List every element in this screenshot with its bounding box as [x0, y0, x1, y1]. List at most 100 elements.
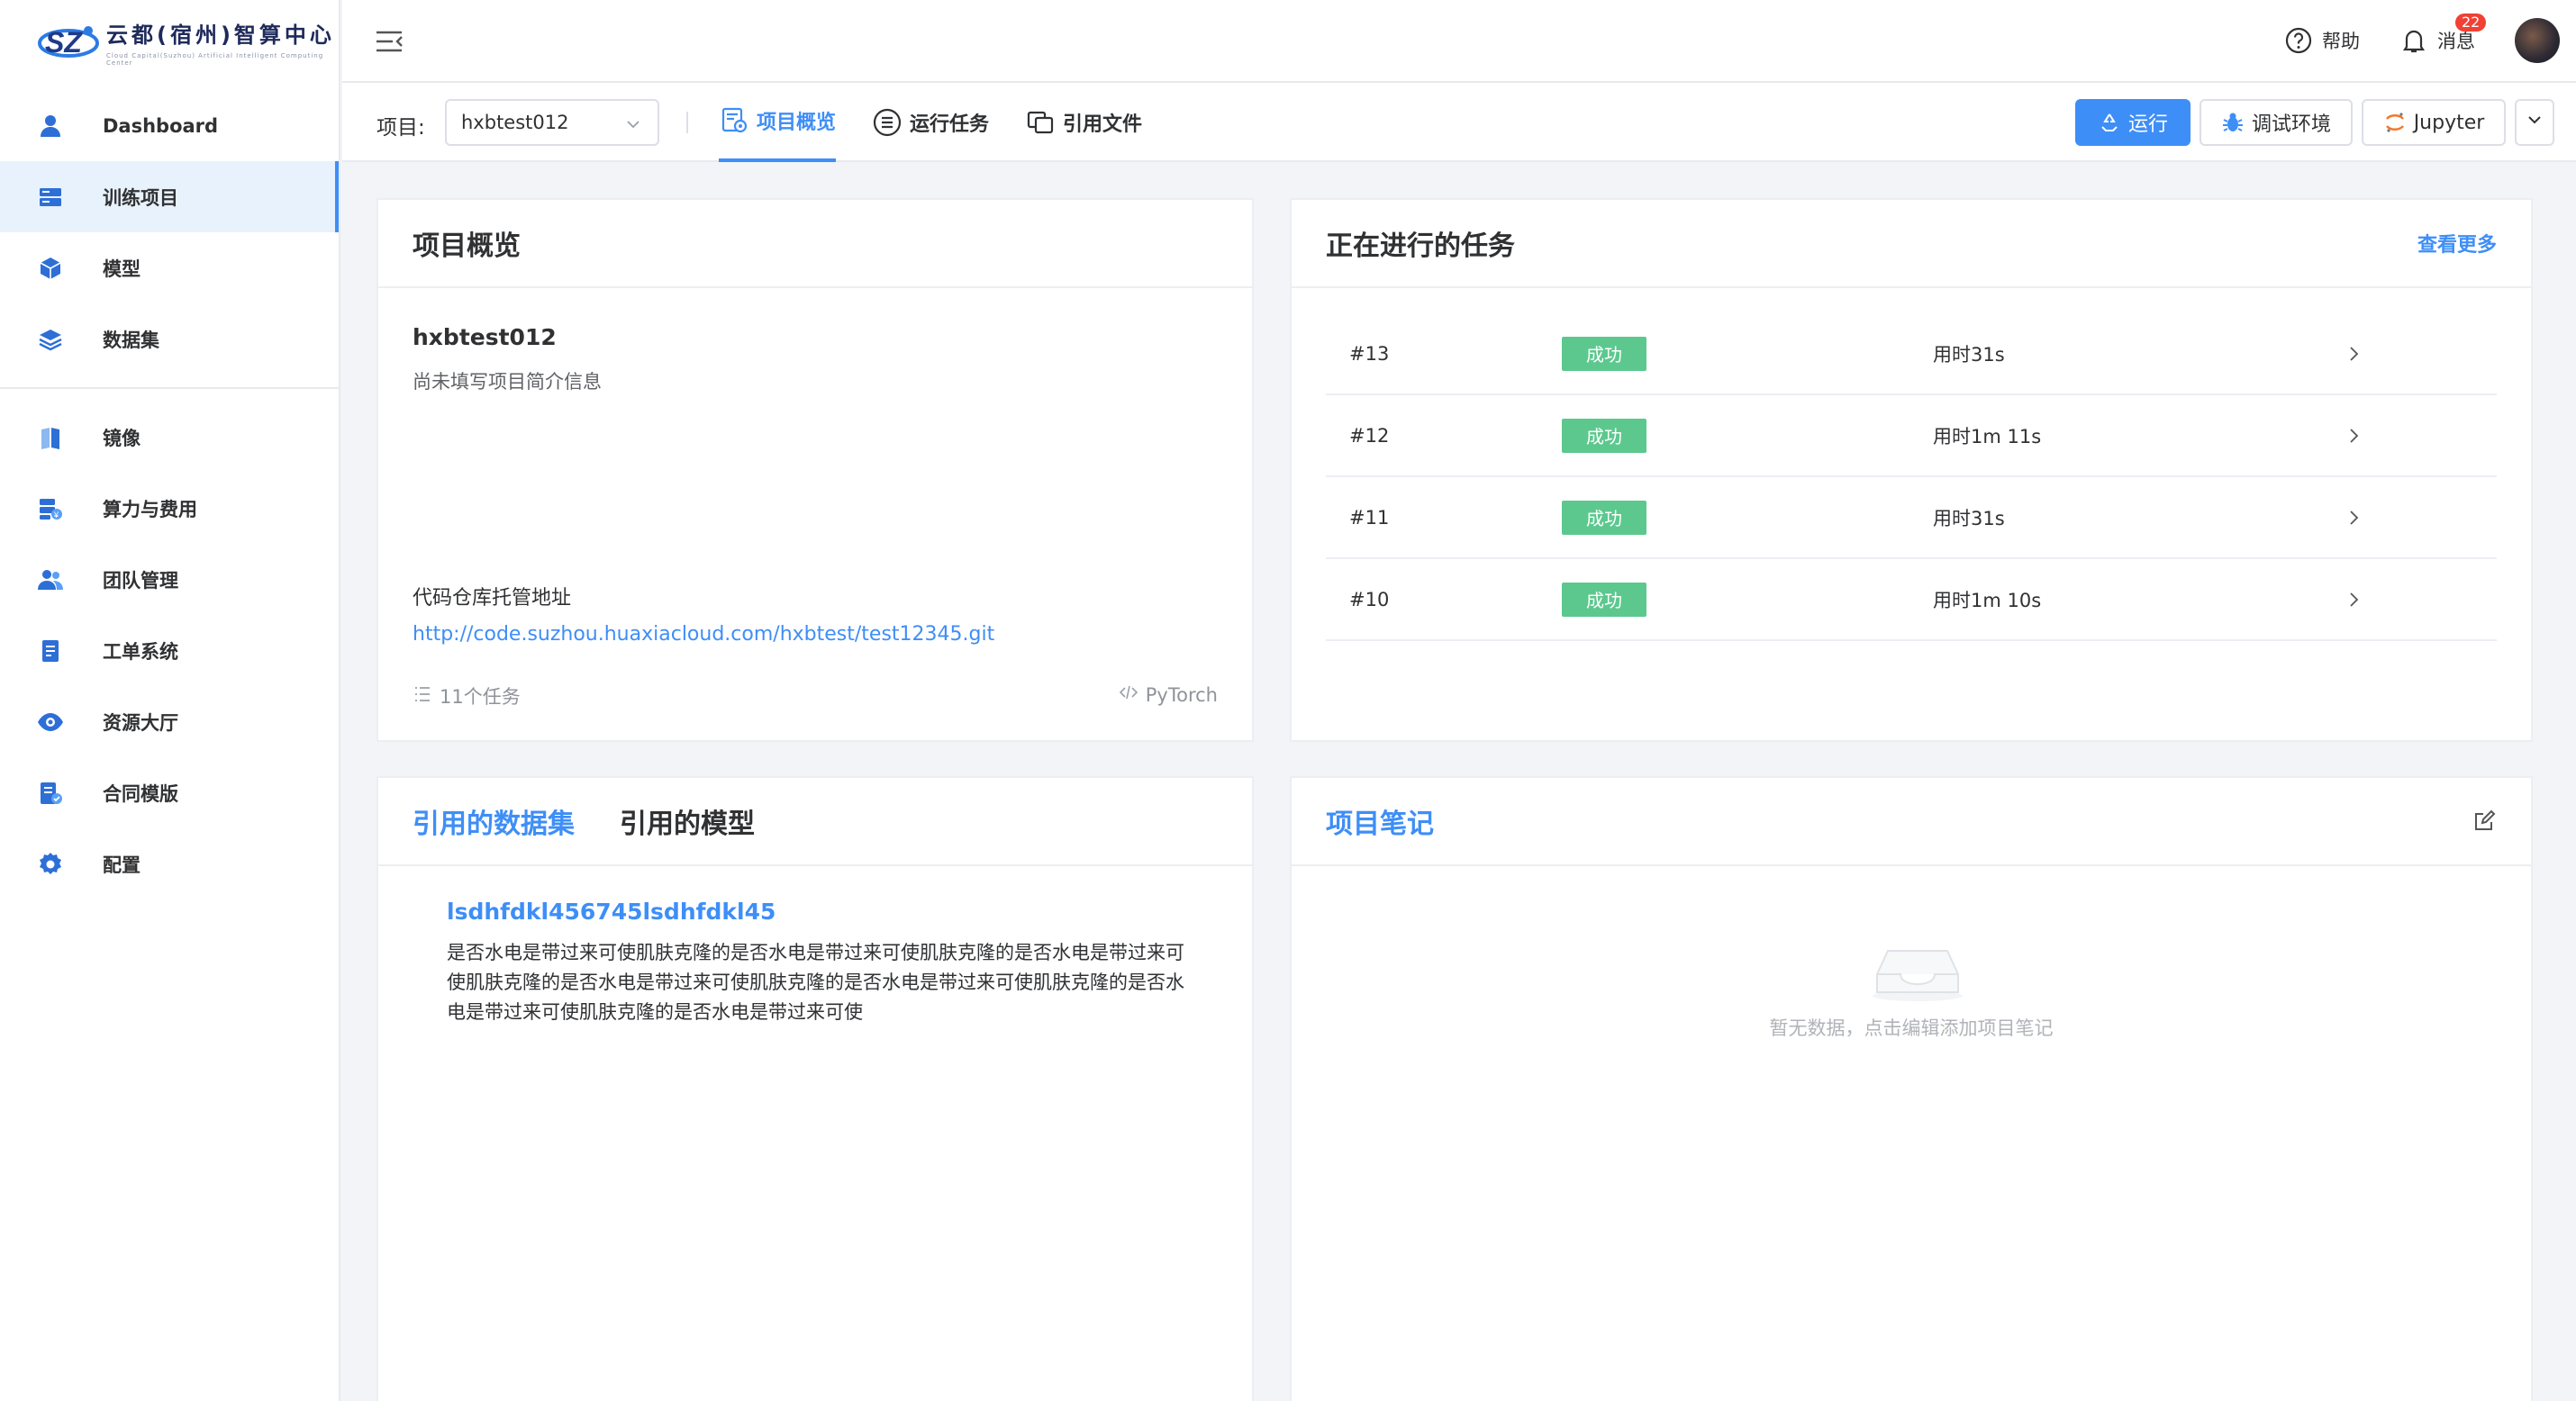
book-icon [36, 423, 65, 452]
sidebar-item-label: 镜像 [103, 427, 141, 449]
repo-label: 代码仓库托管地址 [413, 587, 572, 610]
cube-icon [36, 254, 65, 283]
debug-env-label: 调试环境 [2251, 113, 2331, 136]
sidebar-item-resource-hall[interactable]: 资源大厅 [0, 686, 339, 757]
run-button[interactable]: 运行 [2075, 99, 2191, 146]
sidebar-item-label: 资源大厅 [103, 711, 178, 734]
help-link[interactable]: 帮助 [2284, 26, 2360, 55]
avatar[interactable] [2515, 18, 2560, 63]
sidebar-item-images[interactable]: 镜像 [0, 402, 339, 473]
sidebar-item-tickets[interactable]: 工单系统 [0, 615, 339, 686]
card-title: 正在进行的任务 [1326, 230, 1515, 262]
jupyter-button[interactable]: Jupyter [2362, 99, 2506, 146]
sidebar-divider [0, 387, 339, 389]
sidebar-item-compute-billing[interactable]: ¥ 算力与费用 [0, 473, 339, 544]
task-row[interactable]: #12 成功 用时1m 11s [1326, 395, 2497, 477]
task-id: #13 [1349, 342, 1390, 365]
messages-badge: 22 [2455, 14, 2487, 32]
status-badge: 成功 [1562, 500, 1646, 535]
task-duration: 用时31s [1933, 507, 2005, 529]
references-card: 引用的数据集 引用的模型 lsdhfdkl456745lsdhfdkl45 是否… [376, 776, 1254, 1401]
bug-icon [2221, 111, 2245, 134]
sidebar-item-dashboard[interactable]: Dashboard [0, 90, 339, 161]
sidebar-item-label: 训练项目 [103, 186, 178, 209]
sidebar-item-label: 团队管理 [103, 569, 178, 592]
sidebar-item-team[interactable]: 团队管理 [0, 544, 339, 615]
tab-run-tasks-label: 运行任务 [910, 113, 990, 136]
repo-url-link[interactable]: http://code.suzhou.huaxiacloud.com/hxbte… [413, 623, 994, 646]
sidebar-item-training-projects[interactable]: 训练项目 [0, 161, 339, 232]
project-select[interactable]: hxbtest012 [445, 99, 659, 146]
svg-text:¥: ¥ [53, 511, 59, 520]
overview-icon [719, 105, 749, 136]
task-id: #11 [1349, 506, 1390, 529]
sidebar-item-settings[interactable]: 配置 [0, 828, 339, 899]
card-title: 项目笔记 [1326, 809, 1434, 840]
tab-referenced-files-label: 引用文件 [1063, 113, 1143, 136]
view-more-link[interactable]: 查看更多 [2417, 229, 2497, 258]
empty-state-text: 暂无数据，点击编辑添加项目笔记 [1769, 1017, 2054, 1039]
top-header: 帮助 消息 22 [342, 0, 2576, 83]
debug-env-button[interactable]: 调试环境 [2200, 99, 2353, 146]
person-icon [36, 112, 65, 140]
framework-label: PyTorch [1145, 683, 1218, 706]
sidebar: SZ 云都(宿州)智算中心 Cloud Capital(Suzhou) Arti… [0, 0, 340, 1401]
document-icon [36, 637, 65, 665]
bell-icon [2399, 26, 2428, 55]
tab-overview[interactable]: 项目概览 [719, 83, 837, 162]
logo[interactable]: SZ 云都(宿州)智算中心 Cloud Capital(Suzhou) Arti… [0, 0, 339, 83]
tab-referenced-files[interactable]: 引用文件 [1025, 83, 1142, 162]
running-tasks-card: 正在进行的任务 查看更多 #13 成功 用时31s #12 成功 用时1m 11… [1290, 198, 2533, 742]
status-badge: 成功 [1562, 336, 1646, 371]
card-tabs: 引用的数据集 引用的模型 [378, 778, 1252, 866]
tab-overview-label: 项目概览 [757, 112, 837, 134]
layers-icon [36, 325, 65, 354]
compute-billing-icon: ¥ [36, 494, 65, 523]
tab-run-tasks[interactable]: 运行任务 [872, 83, 989, 162]
dataset-name-link[interactable]: lsdhfdkl456745lsdhfdkl45 [447, 899, 776, 925]
chevron-right-icon[interactable] [2344, 508, 2363, 528]
task-count: 11个任务 [413, 682, 521, 710]
task-duration: 用时1m 11s [1933, 425, 2042, 447]
help-label: 帮助 [2322, 31, 2360, 52]
eye-icon [36, 708, 65, 737]
tab-referenced-datasets[interactable]: 引用的数据集 [413, 801, 575, 841]
task-row[interactable]: #11 成功 用时31s [1326, 477, 2497, 559]
contract-icon [36, 779, 65, 808]
task-row[interactable]: #10 成功 用时1m 10s [1326, 559, 2497, 641]
task-row[interactable]: #13 成功 用时31s [1326, 313, 2497, 395]
logo-subtitle: Cloud Capital(Suzhou) Artificial Intelli… [106, 51, 324, 67]
sidebar-item-label: 工单系统 [103, 640, 178, 663]
task-count-label: 11个任务 [440, 686, 521, 708]
empty-inbox-icon [1868, 940, 1967, 1003]
help-icon [2284, 26, 2313, 55]
sidebar-item-datasets[interactable]: 数据集 [0, 303, 339, 375]
chevron-right-icon[interactable] [2344, 426, 2363, 446]
server-icon [36, 183, 65, 212]
edit-icon[interactable] [2472, 809, 2497, 834]
gear-icon [36, 850, 65, 879]
more-actions-button[interactable] [2515, 99, 2554, 146]
messages-link[interactable]: 消息 22 [2399, 14, 2487, 55]
status-badge: 成功 [1562, 582, 1646, 617]
tab-referenced-models[interactable]: 引用的模型 [620, 801, 755, 841]
sidebar-item-contract-templates[interactable]: 合同模版 [0, 757, 339, 828]
menu-collapse-icon[interactable] [373, 25, 405, 58]
sidebar-item-label: 模型 [103, 258, 141, 280]
chevron-right-icon[interactable] [2344, 344, 2363, 364]
task-id: #12 [1349, 424, 1390, 447]
jupyter-label: Jupyter [2413, 111, 2485, 134]
task-duration: 用时1m 10s [1933, 589, 2042, 611]
team-icon [36, 565, 65, 594]
project-select-value: hxbtest012 [461, 112, 569, 133]
logo-title: 云都(宿州)智算中心 [106, 22, 335, 48]
chevron-down-icon [2526, 111, 2544, 134]
task-id: #10 [1349, 588, 1390, 610]
sidebar-item-label: Dashboard [103, 114, 219, 137]
copy-icon [1025, 107, 1056, 138]
chevron-right-icon[interactable] [2344, 590, 2363, 610]
toolbar-divider [686, 112, 688, 133]
sidebar-item-models[interactable]: 模型 [0, 232, 339, 303]
project-toolbar: 项目: hxbtest012 项目概览 运行任务 引用文件 运行 调试环境 Ju… [342, 83, 2576, 162]
card-header: 正在进行的任务 查看更多 [1292, 200, 2531, 288]
